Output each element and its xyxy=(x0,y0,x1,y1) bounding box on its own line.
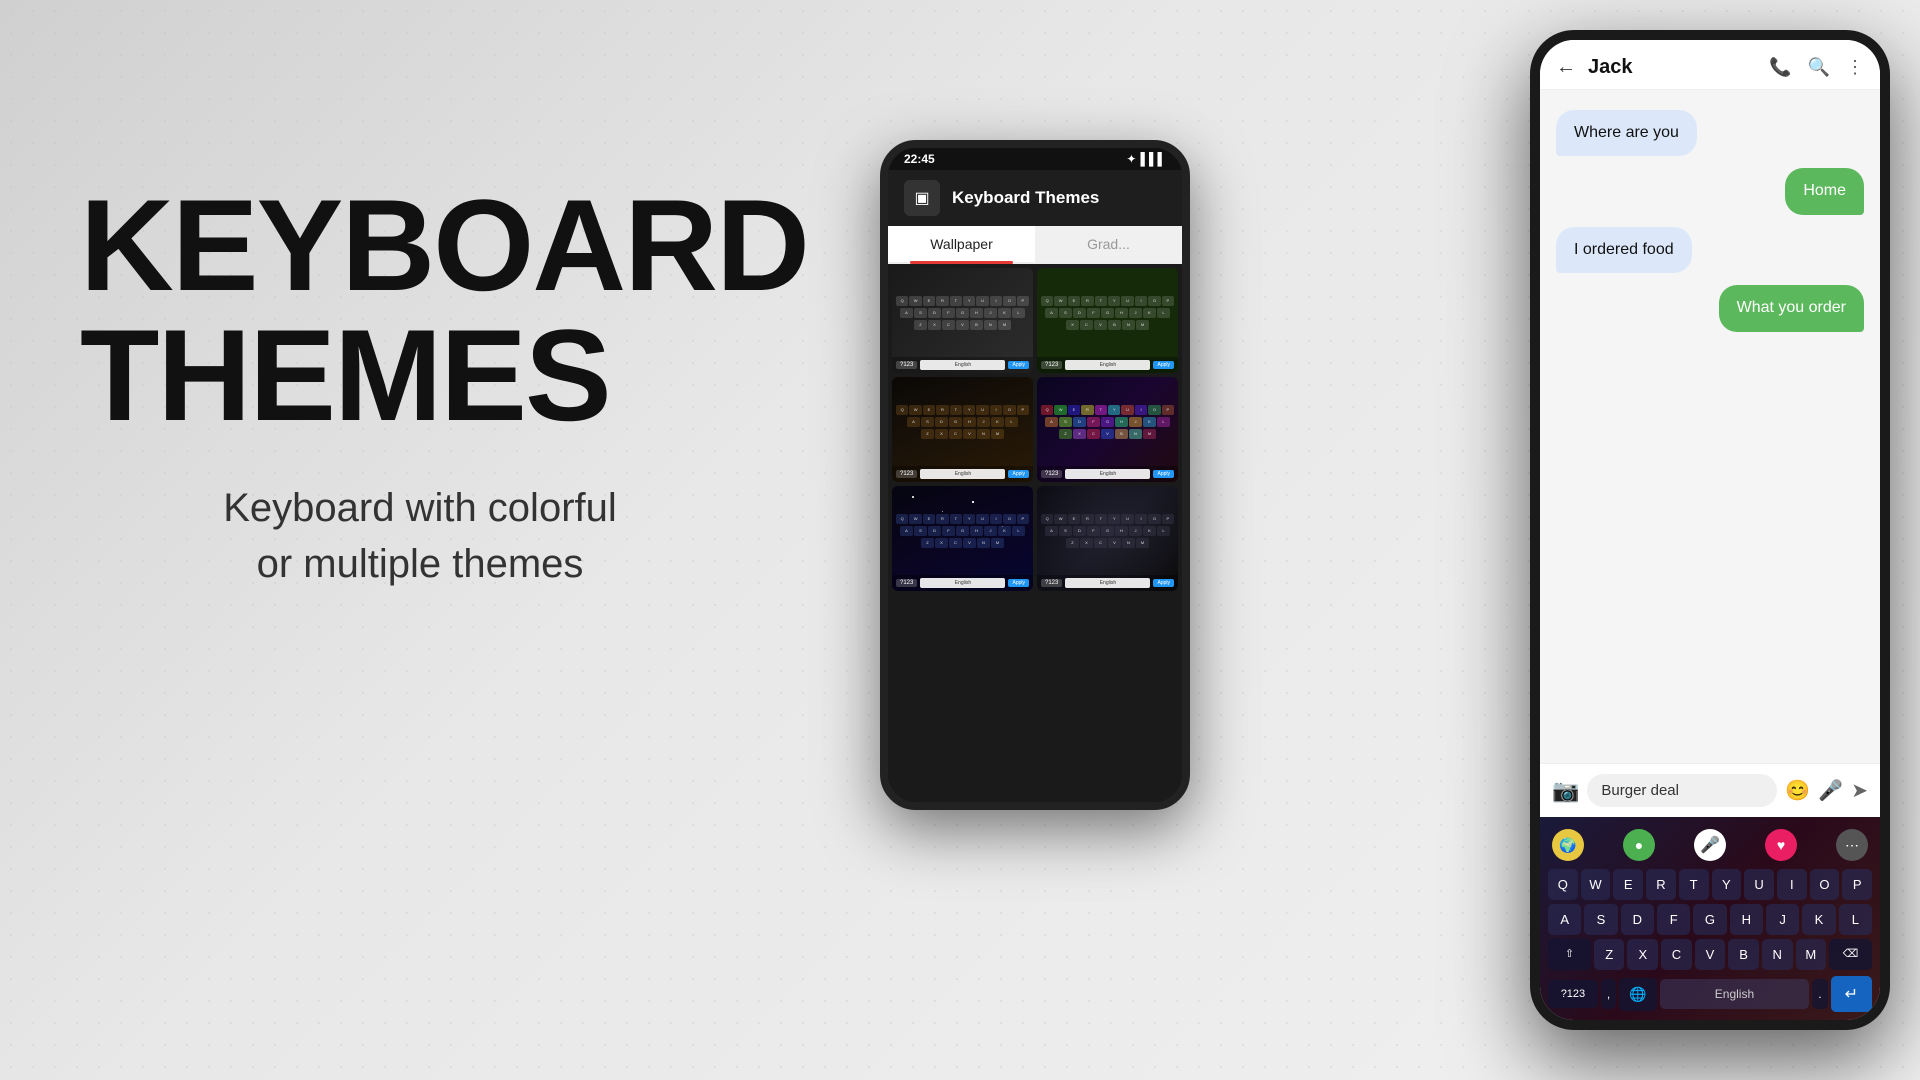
chat-messages: Where are you Home I ordered food What y… xyxy=(1540,90,1880,763)
signal-icon: ▌▌▌ xyxy=(1140,152,1166,166)
key-S[interactable]: S xyxy=(1584,904,1617,935)
subtitle: Keyboard with colorfulor multiple themes xyxy=(80,480,760,592)
emoji-button[interactable]: 😊 xyxy=(1785,778,1810,803)
keyboard-row-1: Q W E R T Y U I O P xyxy=(1548,869,1872,900)
key-N[interactable]: N xyxy=(1762,939,1793,970)
key-language[interactable]: English xyxy=(1660,979,1810,1009)
left-section: KEYBOARD THEMES Keyboard with colorfulor… xyxy=(80,180,760,592)
keyboard-emoji-btn[interactable]: 🌍 xyxy=(1552,829,1584,861)
back-button[interactable]: ← xyxy=(1556,56,1576,79)
kb-bottom-bar: ?123 English Apply xyxy=(892,466,1033,482)
kb-bottom-space: ?123 English Apply xyxy=(892,575,1033,591)
key-W[interactable]: W xyxy=(1581,869,1611,900)
app-icon: ▣ xyxy=(904,180,940,216)
key-D[interactable]: D xyxy=(1621,904,1654,935)
chat-header-icons: 📞 🔍 ⋮ xyxy=(1769,57,1864,78)
phones-container: 22:45 ✦ ▌▌▌ ▣ Keyboard Themes Wallpaper xyxy=(820,0,1920,1080)
key-backspace[interactable]: ⌫ xyxy=(1829,939,1872,970)
theme-colorful[interactable]: Q W E R T Y U I O P A xyxy=(1037,377,1178,482)
key-R[interactable]: R xyxy=(1646,869,1676,900)
key-A[interactable]: A xyxy=(1548,904,1581,935)
keyboard-grid: Q W E R T Y U I O P A xyxy=(888,264,1182,595)
theme-dark2[interactable]: Q W E R T Y U I O P A xyxy=(1037,486,1178,591)
keyboard-pink-btn[interactable]: ♥ xyxy=(1765,829,1797,861)
key-E[interactable]: E xyxy=(1613,869,1643,900)
key-period[interactable]: . xyxy=(1812,979,1827,1009)
contact-name: Jack xyxy=(1588,56,1757,79)
key-comma[interactable]: , xyxy=(1601,979,1616,1009)
key-M[interactable]: M xyxy=(1796,939,1827,970)
title-line2: THEMES xyxy=(80,310,760,440)
app-header-title: Keyboard Themes xyxy=(952,188,1099,208)
keyboard-mic-btn[interactable]: 🎤 xyxy=(1694,829,1726,861)
main-title: KEYBOARD THEMES xyxy=(80,180,760,440)
mic-button[interactable]: 🎤 xyxy=(1818,778,1843,803)
keyboard-more-btn[interactable]: ⋯ xyxy=(1836,829,1868,861)
key-V[interactable]: V xyxy=(1695,939,1726,970)
key-K[interactable]: K xyxy=(1802,904,1835,935)
message-sent-2: What you order xyxy=(1719,285,1864,331)
bluetooth-icon: ✦ xyxy=(1126,152,1136,166)
key-H[interactable]: H xyxy=(1730,904,1763,935)
message-received-2: I ordered food xyxy=(1556,227,1692,273)
keyboard-row-4: ?123 , 🌐 English . ↵ xyxy=(1548,976,1872,1012)
key-Q[interactable]: Q xyxy=(1548,869,1578,900)
chat-input-area: 📷 Burger deal 😊 🎤 ➤ xyxy=(1540,763,1880,817)
key-L[interactable]: L xyxy=(1839,904,1872,935)
key-globe[interactable]: 🌐 xyxy=(1619,978,1656,1011)
search-chat-icon[interactable]: 🔍 xyxy=(1808,57,1830,78)
phone-chat: ← Jack 📞 🔍 ⋮ Where are you Home I ordere… xyxy=(1530,30,1890,1030)
virtual-keyboard: 🌍 ● 🎤 ♥ ⋯ Q W E R T Y U xyxy=(1540,817,1880,1020)
message-input-text: Burger deal xyxy=(1601,782,1679,799)
chat-header: ← Jack 📞 🔍 ⋮ xyxy=(1540,40,1880,90)
app-header: ▣ Keyboard Themes xyxy=(888,170,1182,226)
theme-dark[interactable]: Q W E R T Y U I O P A xyxy=(892,268,1033,373)
key-F[interactable]: F xyxy=(1657,904,1690,935)
key-enter[interactable]: ↵ xyxy=(1831,976,1872,1012)
key-T[interactable]: T xyxy=(1679,869,1709,900)
theme-bar[interactable]: Q W E R T Y U I O P A xyxy=(892,377,1033,482)
tabs-row: Wallpaper Grad... xyxy=(888,226,1182,264)
title-line1: KEYBOARD xyxy=(80,180,760,310)
status-time: 22:45 xyxy=(904,152,935,166)
key-numbers[interactable]: ?123 xyxy=(1548,980,1598,1008)
send-button[interactable]: ➤ xyxy=(1851,778,1868,803)
key-Y[interactable]: Y xyxy=(1712,869,1742,900)
key-B[interactable]: B xyxy=(1728,939,1759,970)
kb-bottom-colorful: ?123 English Apply xyxy=(1037,466,1178,482)
key-C[interactable]: C xyxy=(1661,939,1692,970)
phone-keyboard-themes: 22:45 ✦ ▌▌▌ ▣ Keyboard Themes Wallpaper xyxy=(880,140,1190,810)
status-bar: 22:45 ✦ ▌▌▌ xyxy=(888,148,1182,170)
key-G[interactable]: G xyxy=(1693,904,1726,935)
phone-icon[interactable]: 📞 xyxy=(1769,57,1791,78)
key-O[interactable]: O xyxy=(1810,869,1840,900)
more-options-icon[interactable]: ⋮ xyxy=(1846,57,1864,78)
message-received-1: Where are you xyxy=(1556,110,1697,156)
message-input[interactable]: Burger deal xyxy=(1587,774,1777,807)
tab-gradient[interactable]: Grad... xyxy=(1035,226,1182,262)
keyboard-keys: Q W E R T Y U I O P A S xyxy=(1544,869,1876,1012)
theme-nature[interactable]: Q W E R T Y U I O P A xyxy=(1037,268,1178,373)
tab-wallpaper[interactable]: Wallpaper xyxy=(888,226,1035,262)
key-shift[interactable]: ⇧ xyxy=(1548,939,1591,970)
key-I[interactable]: I xyxy=(1777,869,1807,900)
key-P[interactable]: P xyxy=(1842,869,1872,900)
key-J[interactable]: J xyxy=(1766,904,1799,935)
kb-bottom-dark: ?123 English Apply xyxy=(892,357,1033,373)
theme-space[interactable]: Q W E R T Y U I O P A xyxy=(892,486,1033,591)
keyboard-toolbar: 🌍 ● 🎤 ♥ ⋯ xyxy=(1544,825,1876,865)
status-icons: ✦ ▌▌▌ xyxy=(1126,152,1166,166)
kb-bottom-dark2: ?123 English Apply xyxy=(1037,575,1178,591)
keyboard-row-2: A S D F G H J K L xyxy=(1548,904,1872,935)
message-sent-1: Home xyxy=(1785,168,1864,214)
keyboard-row-3: ⇧ Z X C V B N M ⌫ xyxy=(1548,939,1872,970)
key-U[interactable]: U xyxy=(1744,869,1774,900)
keyboard-green-btn[interactable]: ● xyxy=(1623,829,1655,861)
camera-button[interactable]: 📷 xyxy=(1552,778,1579,804)
key-Z[interactable]: Z xyxy=(1594,939,1625,970)
kb-bottom-nature: ?123 English Apply xyxy=(1037,357,1178,373)
key-X[interactable]: X xyxy=(1627,939,1658,970)
